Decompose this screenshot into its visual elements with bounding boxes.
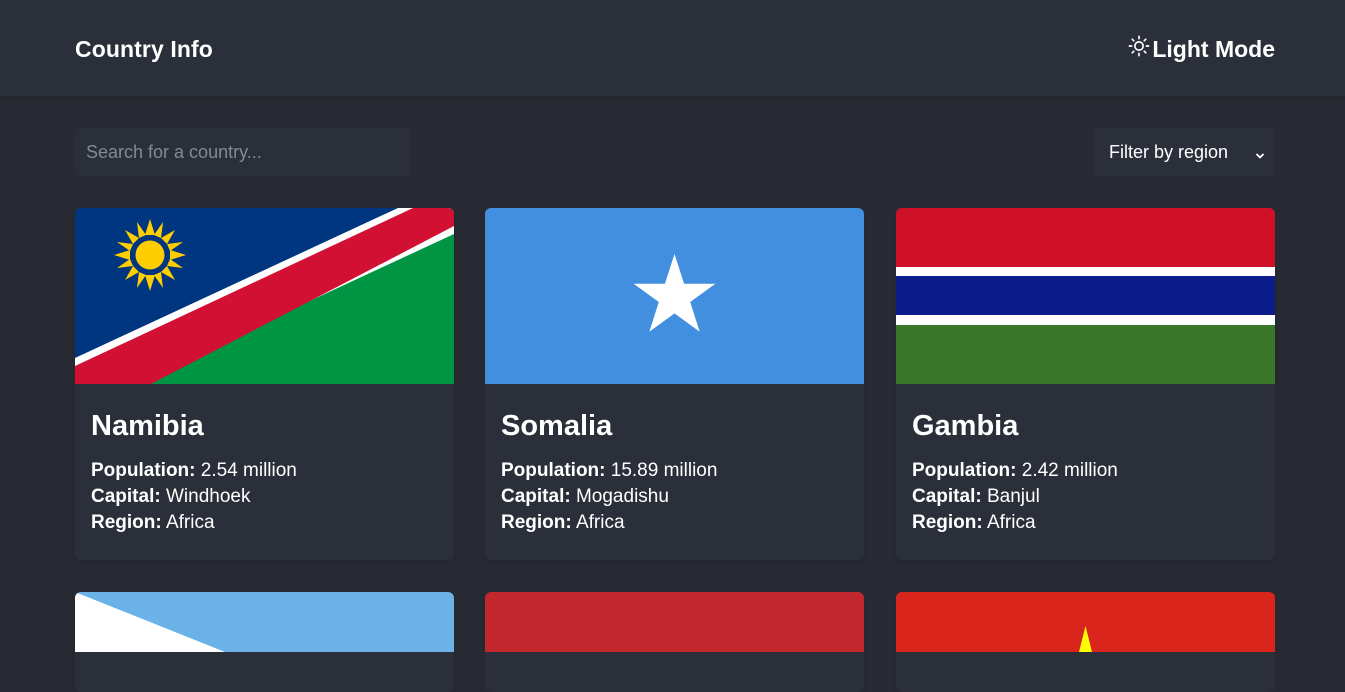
chevron-down-icon	[1255, 145, 1265, 159]
country-card[interactable]	[75, 592, 454, 692]
country-card[interactable]	[896, 592, 1275, 692]
country-card[interactable]: Namibia Population: 2.54 million Capital…	[75, 208, 454, 560]
capital-label: Capital:	[501, 486, 571, 507]
gambia-flag-image	[896, 208, 1275, 384]
region-label: Region:	[912, 512, 983, 533]
region-row: Region: Africa	[91, 510, 438, 536]
capital-label: Capital:	[912, 486, 982, 507]
theme-toggle-button[interactable]: Light Mode	[1128, 35, 1275, 63]
region-label: Region:	[501, 512, 572, 533]
country-card[interactable]: Somalia Population: 15.89 million Capita…	[485, 208, 864, 560]
population-value: 15.89 million	[610, 460, 718, 481]
population-label: Population:	[912, 460, 1017, 481]
population-value: 2.54 million	[200, 460, 297, 481]
region-value: Africa	[165, 512, 215, 533]
region-row: Region: Africa	[912, 510, 1259, 536]
country-name: Somalia	[501, 410, 613, 442]
population-value: 2.42 million	[1021, 460, 1118, 481]
country-card[interactable]: Gambia Population: 2.42 million Capital:…	[896, 208, 1275, 560]
app-header: Country Info Light Mode	[0, 0, 1345, 96]
capital-label: Capital:	[91, 486, 161, 507]
app-title: Country Info	[75, 36, 213, 62]
region-label: Region:	[91, 512, 162, 533]
somalia-flag-image	[485, 208, 864, 384]
flag-image	[896, 592, 1275, 652]
flag-image	[75, 592, 454, 652]
country-name: Gambia	[912, 410, 1019, 442]
population-row: Population: 15.89 million	[501, 458, 848, 484]
population-row: Population: 2.42 million	[912, 458, 1259, 484]
capital-value: Windhoek	[165, 486, 251, 507]
theme-toggle-label: Light Mode	[1152, 35, 1275, 62]
region-value: Africa	[575, 512, 625, 533]
capital-row: Capital: Mogadishu	[501, 484, 848, 510]
region-row: Region: Africa	[501, 510, 848, 536]
search-input[interactable]	[86, 141, 411, 163]
region-filter-select[interactable]: Filter by region	[1093, 128, 1275, 176]
region-filter-label: Filter by region	[1109, 141, 1229, 162]
capital-value: Mogadishu	[575, 486, 669, 507]
flag-image	[485, 592, 864, 652]
capital-row: Capital: Banjul	[912, 484, 1259, 510]
capital-row: Capital: Windhoek	[91, 484, 438, 510]
population-row: Population: 2.54 million	[91, 458, 438, 484]
country-card[interactable]	[485, 592, 864, 692]
namibia-flag-image	[75, 208, 454, 384]
search-box	[75, 128, 411, 176]
sun-icon	[1128, 35, 1150, 63]
capital-value: Banjul	[986, 486, 1040, 507]
country-name: Namibia	[91, 410, 204, 442]
population-label: Population:	[91, 460, 196, 481]
population-label: Population:	[501, 460, 606, 481]
region-value: Africa	[986, 512, 1036, 533]
